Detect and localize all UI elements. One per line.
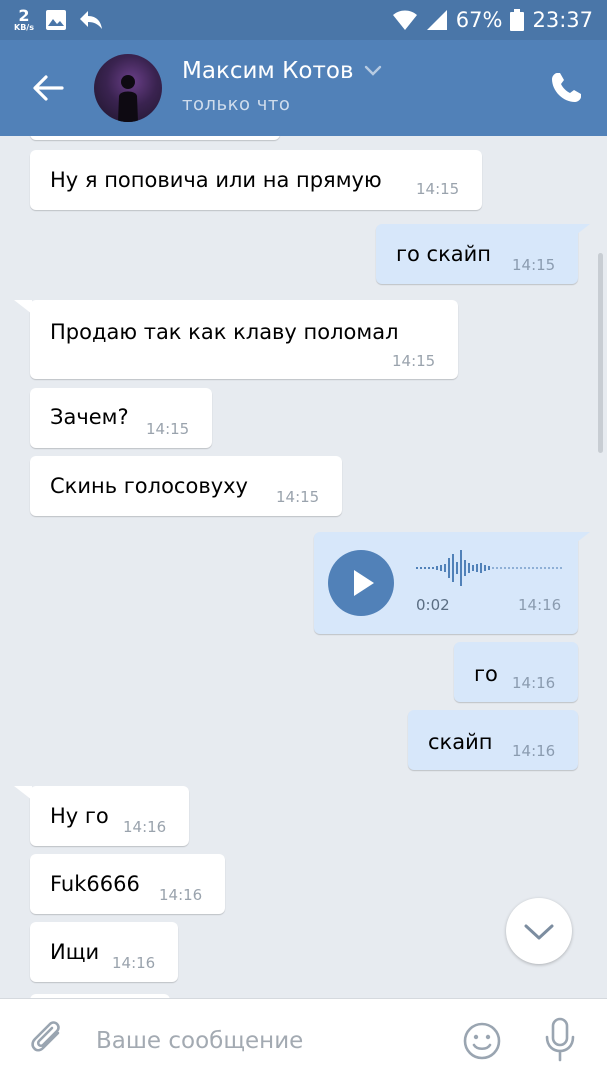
- signal-icon: [426, 10, 447, 30]
- message-bubble[interactable]: Ищи 14:16: [30, 922, 178, 982]
- clock: 23:37: [532, 8, 593, 32]
- contact-status: только что: [182, 94, 291, 115]
- message-time: 14:16: [123, 818, 167, 836]
- avatar-figure: [118, 75, 138, 122]
- contact-name[interactable]: Максим Котов: [182, 58, 382, 84]
- message-time: 14:15: [416, 180, 460, 198]
- message-time: 14:16: [512, 742, 556, 760]
- message-text: Fuk6666: [50, 872, 140, 896]
- message-time: 14:15: [512, 256, 556, 274]
- gallery-icon: [45, 10, 66, 30]
- message-list[interactable]: Ну я поповича или на прямую 14:15 го ска…: [0, 136, 607, 998]
- play-icon: [354, 570, 374, 596]
- chevron-down-icon[interactable]: [364, 65, 382, 77]
- scrollbar[interactable]: [598, 253, 603, 453]
- voice-message[interactable]: 0:02 14:16: [314, 532, 590, 634]
- message-text: Ну го: [50, 804, 109, 828]
- bubble-tail: [572, 532, 590, 546]
- message-bubble[interactable]: го скайп 14:15: [376, 224, 590, 284]
- avatar[interactable]: [94, 54, 162, 122]
- bubble-tail: [14, 786, 32, 800]
- message-bubble[interactable]: Скинь голосовуху 14:15: [30, 456, 342, 516]
- status-bar: 2 KB/s 67% 23:37: [0, 0, 607, 40]
- network-speed-value: 2: [18, 6, 30, 25]
- message-text: го: [474, 662, 498, 686]
- bubble-tail: [14, 300, 32, 314]
- message-input[interactable]: [96, 1021, 436, 1061]
- message-time: 14:15: [392, 352, 436, 370]
- message-bubble[interactable]: Fuk6666 14:16: [30, 854, 225, 914]
- message-bubble[interactable]: скайп 14:16: [408, 710, 578, 770]
- message-text: го скайп: [396, 242, 492, 266]
- message-time: 14:16: [518, 596, 562, 614]
- message-bubble[interactable]: Ну го 14:16: [14, 786, 189, 846]
- back-arrow-icon[interactable]: [30, 70, 66, 106]
- chevron-down-icon: [524, 924, 554, 940]
- mic-icon[interactable]: [540, 1017, 580, 1063]
- voice-waveform[interactable]: [416, 548, 564, 588]
- message-bubble[interactable]: Ну я поповича или на прямую 14:15: [30, 150, 482, 210]
- call-icon[interactable]: [548, 70, 584, 106]
- attach-icon[interactable]: [28, 1019, 68, 1059]
- chat-header: Максим Котов только что: [0, 40, 607, 136]
- message-text: Скинь голосовуху: [50, 474, 248, 498]
- message-time: 14:16: [512, 674, 556, 692]
- emoji-icon[interactable]: [462, 1021, 502, 1061]
- network-speed-unit: KB/s: [14, 23, 34, 32]
- battery-icon: [510, 9, 525, 31]
- message-time: 14:16: [159, 886, 203, 904]
- message-text: Продаю так как клаву поломал: [50, 320, 399, 344]
- scroll-down-button[interactable]: [506, 898, 572, 964]
- message-composer: [0, 998, 607, 1080]
- message-text: Зачем?: [50, 405, 129, 429]
- message-bubble[interactable]: го 14:16: [454, 642, 578, 702]
- message-text: Ну я поповича или на прямую: [50, 168, 382, 192]
- reply-icon: [79, 11, 102, 29]
- message-bubble-partial[interactable]: [30, 136, 280, 140]
- message-text: скайп: [428, 730, 493, 754]
- message-time: 14:16: [112, 954, 156, 972]
- battery-percent: 67%: [455, 8, 503, 32]
- contact-name-text: Максим Котов: [182, 58, 354, 84]
- voice-duration: 0:02: [416, 596, 450, 614]
- message-time: 14:15: [276, 488, 320, 506]
- bubble-tail: [572, 224, 590, 238]
- message-text: Ищи: [50, 940, 100, 964]
- play-button[interactable]: [328, 550, 394, 616]
- message-bubble[interactable]: Продаю так как клаву поломал 14:15: [14, 300, 458, 379]
- message-time: 14:15: [146, 420, 190, 438]
- message-bubble[interactable]: Зачем? 14:15: [30, 388, 212, 448]
- network-speed: 2 KB/s: [14, 8, 34, 32]
- wifi-icon: [392, 10, 417, 30]
